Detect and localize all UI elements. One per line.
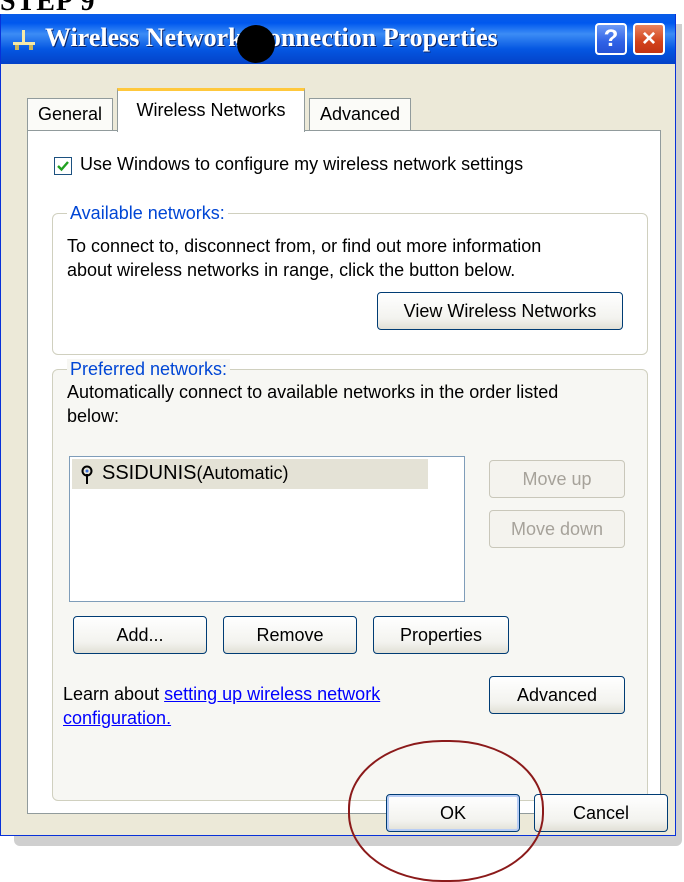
preferred-networks-group: Preferred networks: Automatically connec… bbox=[52, 359, 648, 801]
available-networks-text-2: about wireless networks in range, click … bbox=[67, 260, 516, 280]
tab-wireless-networks[interactable]: Wireless Networks bbox=[117, 88, 305, 132]
advanced-button[interactable]: Advanced bbox=[489, 676, 625, 714]
title-bar[interactable]: Wireless Network Connection Properties ?… bbox=[1, 14, 675, 64]
network-mode: (Automatic) bbox=[196, 463, 289, 483]
close-button[interactable]: × bbox=[633, 23, 665, 55]
redaction-blot bbox=[237, 25, 275, 63]
preferred-networks-text-2: below: bbox=[67, 406, 120, 426]
network-connection-icon bbox=[13, 30, 35, 50]
list-item[interactable]: SSIDUNIS(Automatic) bbox=[72, 459, 428, 489]
remove-button[interactable]: Remove bbox=[223, 616, 357, 654]
wireless-antenna-icon bbox=[81, 465, 93, 484]
learn-about-prefix: Learn about bbox=[63, 684, 165, 704]
setup-wireless-link[interactable]: setting up wireless network bbox=[164, 684, 380, 704]
available-networks-legend: Available networks: bbox=[67, 203, 228, 224]
preferred-networks-text-1: Automatically connect to available netwo… bbox=[67, 382, 559, 402]
properties-button[interactable]: Properties bbox=[373, 616, 509, 654]
help-button[interactable]: ? bbox=[595, 23, 627, 55]
setup-wireless-link-continued[interactable]: configuration. bbox=[63, 706, 171, 730]
properties-dialog: Wireless Network Connection Properties ?… bbox=[0, 14, 676, 836]
use-windows-checkbox[interactable] bbox=[54, 157, 72, 175]
tab-general[interactable]: General bbox=[27, 98, 113, 130]
learn-about-text: Learn about setting up wireless network bbox=[63, 682, 380, 706]
move-up-button[interactable]: Move up bbox=[489, 460, 625, 498]
add-button[interactable]: Add... bbox=[73, 616, 207, 654]
cancel-button[interactable]: Cancel bbox=[534, 794, 668, 832]
preferred-networks-legend: Preferred networks: bbox=[67, 359, 231, 380]
move-down-button[interactable]: Move down bbox=[489, 510, 625, 548]
network-name: SSIDUNIS(Automatic) bbox=[102, 462, 289, 485]
dialog-content: General Wireless Networks Advanced Use W… bbox=[1, 64, 675, 834]
checkmark-icon bbox=[57, 161, 69, 172]
preferred-networks-list[interactable]: SSIDUNIS(Automatic) bbox=[69, 456, 465, 602]
available-networks-group: Available networks: To connect to, disco… bbox=[52, 203, 648, 355]
wireless-networks-panel: Use Windows to configure my wireless net… bbox=[27, 130, 661, 814]
view-wireless-networks-button[interactable]: View Wireless Networks bbox=[377, 292, 623, 330]
network-ssid: SSIDUNIS bbox=[102, 462, 197, 484]
tab-advanced[interactable]: Advanced bbox=[309, 98, 411, 130]
use-windows-label[interactable]: Use Windows to configure my wireless net… bbox=[80, 154, 523, 175]
highlight-circle bbox=[348, 740, 544, 882]
available-networks-text-1: To connect to, disconnect from, or find … bbox=[67, 236, 542, 256]
